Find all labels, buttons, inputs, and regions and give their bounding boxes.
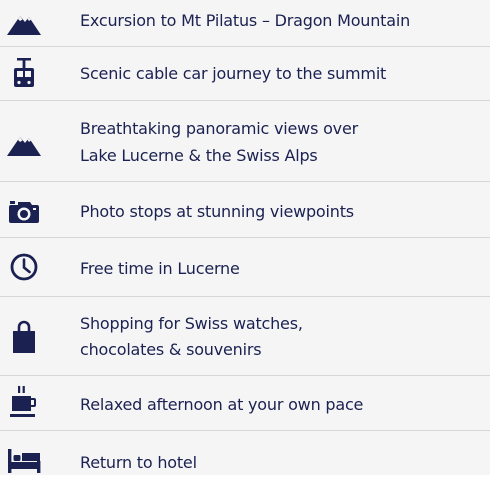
item-label: Excursion to Mt Pilatus – Dragon Mountai…	[80, 11, 411, 30]
item-label: Scenic cable car journey to the summit	[80, 64, 387, 83]
itinerary-item: Breathtaking panoramic views over Lake L…	[0, 101, 490, 182]
mountain-icon	[6, 6, 42, 42]
camera-icon	[6, 193, 42, 229]
item-label: Return to hotel	[80, 453, 197, 472]
item-label: Photo stops at stunning viewpoints	[80, 202, 354, 221]
mountain-icon	[6, 127, 42, 163]
item-label-line-2: Lake Lucerne & the Swiss Alps	[80, 146, 318, 165]
itinerary-item: Free time in Lucerne	[0, 238, 490, 297]
itinerary-item: Shopping for Swiss watches, chocolates &…	[0, 297, 490, 376]
clock-icon	[6, 249, 42, 285]
item-label-line-2: chocolates & souvenirs	[80, 340, 262, 359]
itinerary-item: Relaxed afternoon at your own pace	[0, 376, 490, 431]
cable-car-icon	[6, 55, 42, 91]
shopping-bag-icon	[6, 319, 42, 355]
item-label: Relaxed afternoon at your own pace	[80, 395, 364, 414]
coffee-cup-icon	[6, 384, 42, 420]
itinerary-item: Return to hotel	[0, 431, 490, 475]
itinerary-item: Photo stops at stunning viewpoints	[0, 182, 490, 238]
item-label-line-1: Shopping for Swiss watches,	[80, 314, 303, 333]
item-label-line-1: Breathtaking panoramic views over	[80, 119, 358, 138]
itinerary-panel: Excursion to Mt Pilatus – Dragon Mountai…	[0, 0, 490, 475]
itinerary-item: Excursion to Mt Pilatus – Dragon Mountai…	[0, 0, 490, 47]
itinerary-item: Scenic cable car journey to the summit	[0, 47, 490, 101]
item-label: Free time in Lucerne	[80, 259, 240, 278]
bed-icon	[6, 443, 42, 479]
